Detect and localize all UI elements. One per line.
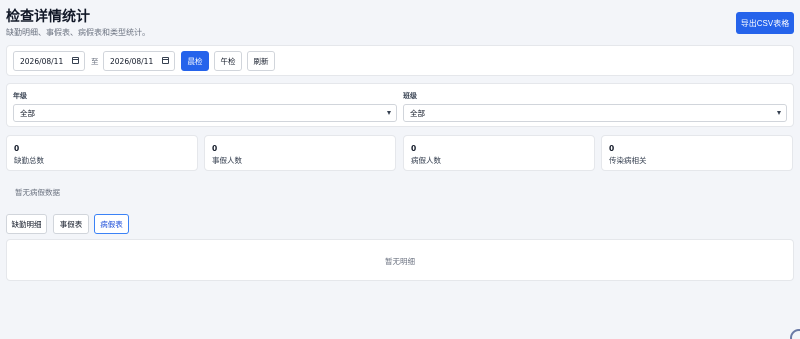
class-select-value: 全部 [410, 108, 425, 118]
stat-value: 0 [212, 144, 218, 153]
tab-absence-detail[interactable]: 缺勤明细 [6, 214, 47, 234]
date-toolbar: 2026/08/11 至 2026/08/11 晨检 午检 刷新 [6, 45, 794, 76]
export-csv-button[interactable]: 导出CSV表格 [736, 12, 794, 34]
noon-check-button[interactable]: 午检 [214, 51, 242, 71]
chevron-down-icon [777, 111, 781, 115]
refresh-button[interactable]: 刷新 [247, 51, 275, 71]
grade-filter-label: 年级 [13, 92, 27, 100]
tab-sick-leave[interactable]: 病假表 [94, 214, 129, 234]
stat-label: 传染病相关 [609, 156, 647, 165]
stat-label: 事假人数 [212, 156, 242, 165]
start-date-value: 2026/08/11 [20, 56, 64, 66]
end-date-input[interactable]: 2026/08/11 [103, 51, 175, 71]
stat-card-sick-leave: 0 病假人数 [403, 135, 595, 171]
chevron-down-icon [387, 111, 391, 115]
calendar-icon[interactable] [72, 57, 79, 64]
stat-card-absence-total: 0 缺勤总数 [6, 135, 198, 171]
tab-personal-leave[interactable]: 事假表 [53, 214, 89, 234]
filter-panel: 年级 全部 班级 全部 [6, 83, 794, 127]
calendar-icon[interactable] [162, 57, 169, 64]
page-subtitle: 缺勤明细、事假表、病假表和类型统计。 [6, 28, 150, 37]
page-title: 检查详情统计 [6, 9, 90, 25]
stat-value: 0 [411, 144, 417, 153]
stat-card-personal-leave: 0 事假人数 [204, 135, 396, 171]
stat-card-infectious: 0 传染病相关 [601, 135, 793, 171]
grade-select-value: 全部 [20, 108, 35, 118]
detail-empty-message: 暂无明细 [385, 257, 415, 266]
morning-check-button[interactable]: 晨检 [181, 51, 209, 71]
detail-panel: 暂无明细 [6, 239, 794, 281]
sick-empty-message: 暂无病假数据 [15, 188, 60, 197]
end-date-value: 2026/08/11 [110, 56, 154, 66]
stat-value: 0 [609, 144, 615, 153]
grade-select[interactable]: 全部 [13, 104, 397, 122]
class-filter-label: 班级 [403, 92, 417, 100]
stat-label: 缺勤总数 [14, 156, 44, 165]
assistant-icon[interactable] [790, 329, 800, 339]
stat-label: 病假人数 [411, 156, 441, 165]
class-select[interactable]: 全部 [403, 104, 787, 122]
page-header: 检查详情统计 缺勤明细、事假表、病假表和类型统计。 导出CSV表格 [6, 8, 794, 38]
date-range-separator: 至 [91, 57, 99, 66]
start-date-input[interactable]: 2026/08/11 [13, 51, 85, 71]
stat-value: 0 [14, 144, 20, 153]
